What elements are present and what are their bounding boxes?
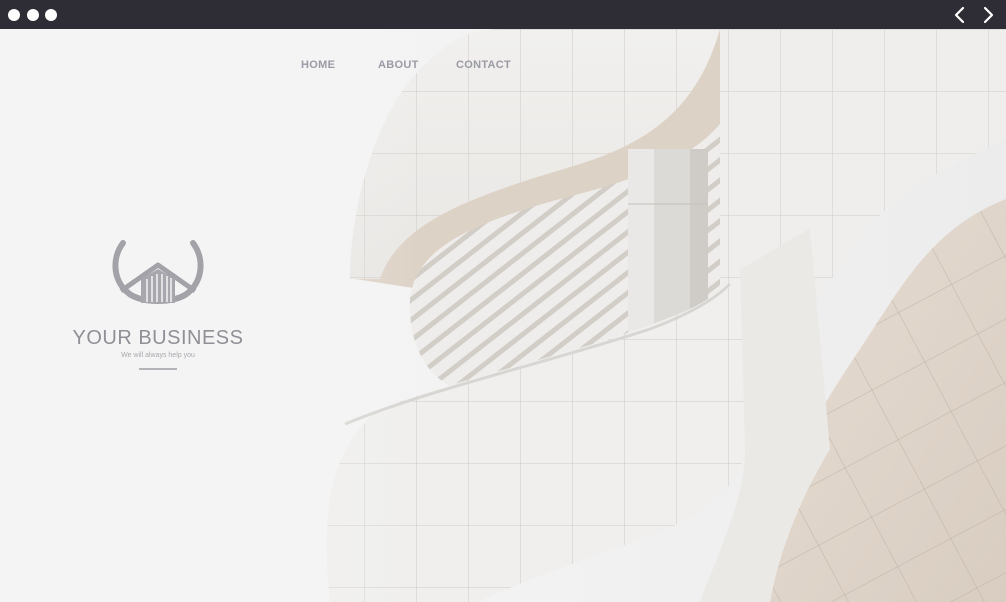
chevron-left-icon[interactable] <box>952 6 968 24</box>
brand-block: YOUR BUSINESS We will always help you <box>60 239 256 379</box>
site-navigation: HOME ABOUT CONTACT <box>0 59 1006 73</box>
brand-name: YOUR BUSINESS <box>72 327 244 349</box>
minimize-window-dot[interactable] <box>27 9 39 21</box>
maximize-window-dot[interactable] <box>45 9 57 21</box>
close-window-dot[interactable] <box>8 9 20 21</box>
nav-link-home[interactable]: HOME <box>301 59 335 71</box>
house-in-laurel-icon <box>112 240 204 304</box>
chevron-right-icon[interactable] <box>980 6 996 24</box>
brand-tagline: We will always help you <box>121 352 195 359</box>
page-viewport: HOME ABOUT CONTACT YOUR BUSINESS We will… <box>0 29 1006 602</box>
brand-divider <box>139 368 177 370</box>
browser-window: HOME ABOUT CONTACT YOUR BUSINESS We will… <box>0 0 1006 602</box>
nav-link-about[interactable]: ABOUT <box>378 59 419 71</box>
nav-link-contact[interactable]: CONTACT <box>456 59 511 71</box>
browser-titlebar <box>0 0 1006 29</box>
